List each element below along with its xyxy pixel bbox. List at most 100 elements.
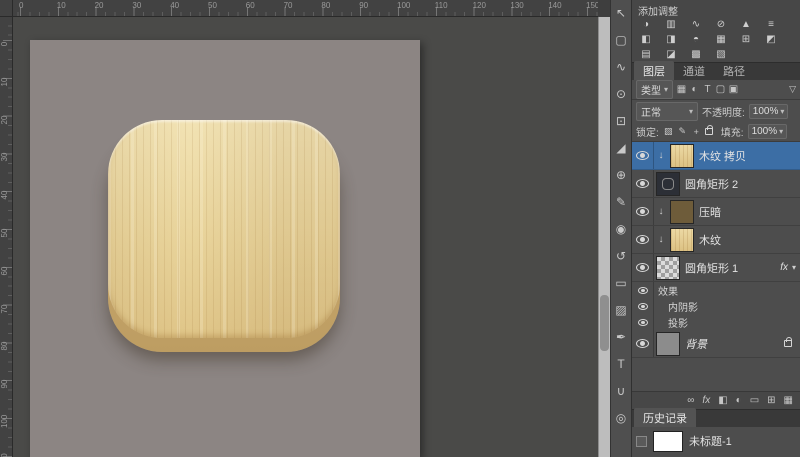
layer-row[interactable]: 背景 bbox=[632, 330, 800, 358]
lasso-tool-icon[interactable]: ∿ bbox=[612, 58, 630, 76]
lock-pixels-icon[interactable]: ✎ bbox=[677, 126, 688, 137]
filter-pixel-layers-icon[interactable]: ▦ bbox=[676, 84, 687, 95]
ruler-h-number: 150 bbox=[586, 1, 598, 10]
tab-paths[interactable]: 路径 bbox=[714, 61, 754, 80]
history-entry[interactable]: 未标题-1 bbox=[632, 427, 800, 455]
color-lookup-icon[interactable]: ⊞ bbox=[738, 33, 754, 46]
layer-thumbnail[interactable] bbox=[656, 256, 680, 280]
delete-layer-icon[interactable]: ▦ bbox=[784, 395, 793, 406]
exposure-icon[interactable]: ⊘ bbox=[713, 18, 729, 31]
layer-row[interactable]: 投影 bbox=[632, 314, 800, 330]
type-tool-icon[interactable]: T bbox=[612, 355, 630, 373]
layer-row[interactable]: 内阴影 bbox=[632, 298, 800, 314]
link-layers-icon[interactable]: ∞ bbox=[687, 395, 694, 406]
layer-row[interactable]: ↓木纹 bbox=[632, 226, 800, 254]
visibility-toggle[interactable] bbox=[632, 330, 654, 357]
zoom-tool-icon[interactable]: ◎ bbox=[612, 409, 630, 427]
wood-icon-face bbox=[108, 120, 340, 338]
layer-row[interactable]: 圆角矩形 2 bbox=[632, 170, 800, 198]
layer-fx-badge[interactable]: fx bbox=[780, 262, 788, 273]
vibrance-icon[interactable]: ▲ bbox=[738, 18, 754, 31]
layer-thumbnail[interactable] bbox=[670, 228, 694, 252]
curves-icon[interactable]: ∿ bbox=[688, 18, 704, 31]
layer-style-icon[interactable]: fx bbox=[702, 395, 710, 406]
ruler-v-number: 60 bbox=[0, 265, 9, 277]
marquee-tool-icon[interactable]: ▢ bbox=[612, 31, 630, 49]
visibility-toggle[interactable] bbox=[632, 226, 654, 253]
gradient-map-icon[interactable]: ▩ bbox=[688, 48, 704, 61]
layer-row[interactable]: 效果 bbox=[632, 282, 800, 298]
lock-all-icon[interactable] bbox=[705, 128, 713, 135]
new-adjustment-layer-icon[interactable]: ◐ bbox=[736, 395, 742, 406]
history-snapshot-thumbnail[interactable] bbox=[653, 431, 683, 452]
eyedropper-tool-icon[interactable]: ◢ bbox=[612, 139, 630, 157]
brightness-contrast-icon[interactable]: ◑ bbox=[638, 18, 654, 31]
visibility-toggle[interactable] bbox=[632, 314, 654, 330]
move-tool-icon[interactable]: ↖ bbox=[612, 4, 630, 22]
photo-filter-icon[interactable]: ◓ bbox=[688, 33, 704, 46]
hand-tool-icon[interactable]: ∪ bbox=[612, 382, 630, 400]
layer-thumbnail[interactable] bbox=[670, 200, 694, 224]
fill-select[interactable]: 100% ▾ bbox=[748, 124, 788, 139]
black-white-icon[interactable]: ◨ bbox=[663, 33, 679, 46]
ruler-corner bbox=[0, 0, 13, 17]
new-layer-icon[interactable]: ⊞ bbox=[767, 395, 775, 406]
quick-selection-tool-icon[interactable]: ⊙ bbox=[612, 85, 630, 103]
visibility-toggle[interactable] bbox=[632, 142, 654, 169]
pen-tool-icon[interactable]: ✒ bbox=[612, 328, 630, 346]
channel-mixer-icon[interactable]: ▦ bbox=[713, 33, 729, 46]
selective-color-icon[interactable]: ▧ bbox=[713, 48, 729, 61]
history-brush-tool-icon[interactable]: ↺ bbox=[612, 247, 630, 265]
levels-icon[interactable]: ▥ bbox=[663, 18, 679, 31]
visibility-toggle[interactable] bbox=[632, 198, 654, 225]
history-brush-source-icon[interactable] bbox=[636, 436, 647, 447]
eraser-tool-icon[interactable]: ▭ bbox=[612, 274, 630, 292]
ruler-horizontal[interactable]: 0102030405060708090100110120130140150 bbox=[0, 0, 598, 17]
layer-mask-icon[interactable]: ◧ bbox=[718, 395, 727, 406]
document-canvas[interactable] bbox=[30, 40, 420, 457]
ruler-h-number: 10 bbox=[57, 1, 66, 10]
tab-history[interactable]: 历史记录 bbox=[634, 408, 696, 427]
layer-thumbnail[interactable] bbox=[656, 172, 680, 196]
visibility-toggle[interactable] bbox=[632, 170, 654, 197]
threshold-icon[interactable]: ◪ bbox=[663, 48, 679, 61]
crop-tool-icon[interactable]: ⊡ bbox=[612, 112, 630, 130]
layers-list: ↓木纹 拷贝圆角矩形 2↓压暗↓木纹圆角矩形 1fx▾效果内阴影投影背景 bbox=[632, 142, 800, 391]
filter-adjustment-layers-icon[interactable]: ◐ bbox=[689, 84, 700, 95]
fill-value: 100% bbox=[752, 126, 778, 137]
blend-mode-select[interactable]: 正常 ▾ bbox=[636, 102, 698, 121]
fx-expand-icon[interactable]: ▾ bbox=[792, 263, 796, 272]
brush-tool-icon[interactable]: ✎ bbox=[612, 193, 630, 211]
healing-brush-tool-icon[interactable]: ⊕ bbox=[612, 166, 630, 184]
filter-shape-layers-icon[interactable]: ▢ bbox=[715, 84, 726, 95]
layer-thumbnail[interactable] bbox=[656, 332, 680, 356]
ruler-vertical[interactable]: 0102030405060708090100110 bbox=[0, 17, 13, 457]
clone-stamp-tool-icon[interactable]: ◉ bbox=[612, 220, 630, 238]
tools-panel: ↖ ▢ ∿ ⊙ ⊡ ◢ ⊕ ✎ ◉ ↺ ▭ ▨ ✒ T ∪ ◎ bbox=[610, 0, 632, 457]
layer-filter-kind-select[interactable]: 类型 ▾ bbox=[636, 80, 673, 99]
posterize-icon[interactable]: ▤ bbox=[638, 48, 654, 61]
lock-position-icon[interactable]: + bbox=[691, 127, 702, 137]
ruler-v-number: 50 bbox=[0, 227, 9, 239]
gradient-tool-icon[interactable]: ▨ bbox=[612, 301, 630, 319]
invert-icon[interactable]: ◩ bbox=[763, 33, 779, 46]
new-group-icon[interactable]: ▭ bbox=[750, 395, 759, 406]
filter-smart-objects-icon[interactable]: ▣ bbox=[728, 84, 739, 95]
visibility-toggle[interactable] bbox=[632, 282, 654, 298]
layer-row[interactable]: 圆角矩形 1fx▾ bbox=[632, 254, 800, 282]
layer-thumbnail[interactable] bbox=[670, 144, 694, 168]
canvas-scrollbar[interactable] bbox=[598, 17, 610, 457]
lock-transparency-icon[interactable]: ▨ bbox=[663, 126, 674, 137]
color-balance-icon[interactable]: ◧ bbox=[638, 33, 654, 46]
visibility-toggle[interactable] bbox=[632, 298, 654, 314]
filter-type-layers-icon[interactable]: T bbox=[702, 84, 713, 95]
layer-row[interactable]: ↓木纹 拷贝 bbox=[632, 142, 800, 170]
filter-funnel-icon[interactable]: ▽ bbox=[789, 84, 796, 95]
opacity-select[interactable]: 100% ▾ bbox=[749, 104, 789, 119]
canvas-scrollbar-thumb[interactable] bbox=[600, 295, 609, 351]
tab-channels[interactable]: 通道 bbox=[674, 61, 714, 80]
layer-row[interactable]: ↓压暗 bbox=[632, 198, 800, 226]
hue-saturation-icon[interactable]: ≡ bbox=[763, 18, 779, 31]
visibility-toggle[interactable] bbox=[632, 254, 654, 281]
tab-layers[interactable]: 图层 bbox=[634, 61, 674, 80]
